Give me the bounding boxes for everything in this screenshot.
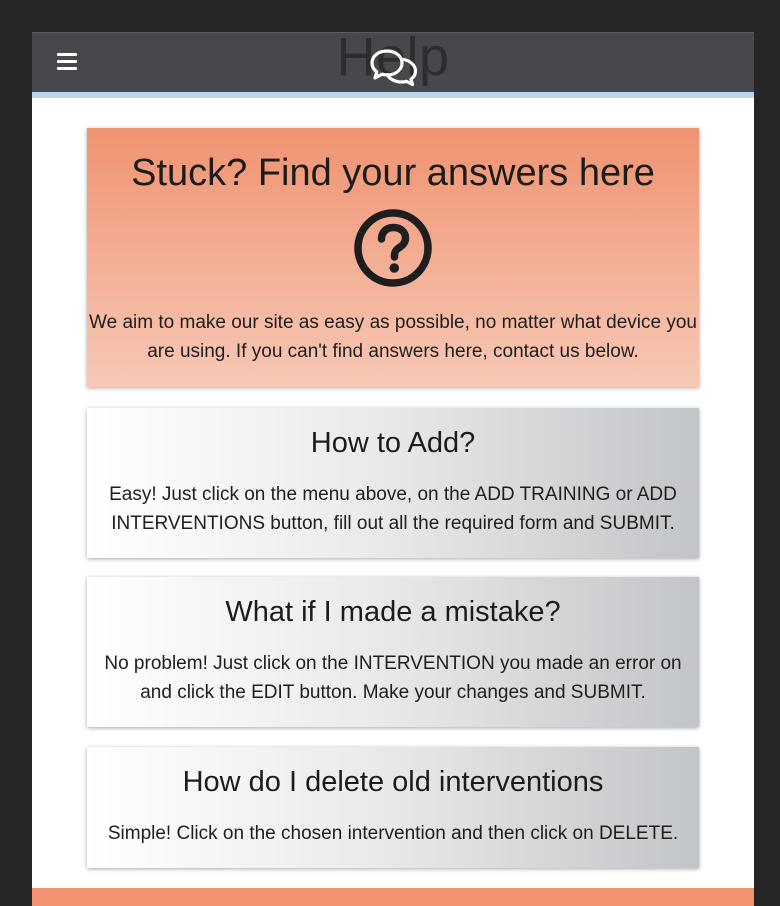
faq-question: What if I made a mistake? xyxy=(225,596,561,628)
footer-band xyxy=(32,888,754,906)
question-circle-icon xyxy=(354,209,432,287)
faq-answer: No problem! Just click on the INTERVENTI… xyxy=(104,653,682,703)
hamburger-menu-icon[interactable] xyxy=(57,53,77,71)
app-screen: Help Stuck? Find your answers here We ai… xyxy=(32,32,754,906)
faq-question: How to Add? xyxy=(310,427,476,459)
faq-card: How to Add? Easy! Just click on the menu… xyxy=(87,408,699,558)
faq-answer: Easy! Just click on the menu above, on t… xyxy=(109,484,677,534)
hero-heading: Stuck? Find your answers here xyxy=(131,152,655,194)
hero-text: We aim to make our site as easy as possi… xyxy=(89,312,697,362)
faq-answer: Simple! Click on the chosen intervention… xyxy=(107,823,679,844)
top-app-bar: Help xyxy=(32,32,754,93)
header-underline xyxy=(32,92,754,98)
chat-bubbles-icon xyxy=(370,49,418,86)
hero-card: Stuck? Find your answers here We aim to … xyxy=(87,128,699,387)
faq-card: How do I delete old interventions Simple… xyxy=(87,747,699,868)
faq-card: What if I made a mistake? No problem! Ju… xyxy=(87,577,699,727)
faq-question: How do I delete old interventions xyxy=(182,766,604,798)
